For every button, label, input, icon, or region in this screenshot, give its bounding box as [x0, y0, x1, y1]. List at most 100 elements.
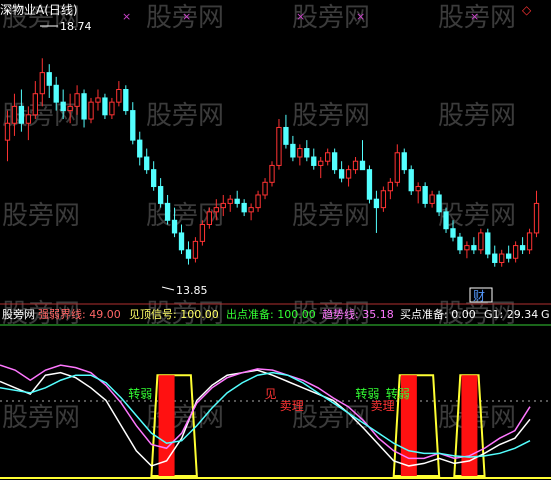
- signal-label: 卖理: [371, 399, 395, 413]
- candle-body[interactable]: [109, 101, 115, 116]
- candle-body[interactable]: [199, 224, 206, 242]
- candle-body[interactable]: [234, 198, 240, 204]
- readout-g: G: [541, 308, 550, 321]
- chart-canvas[interactable]: 股旁网 股旁网 股旁网 股旁网 股旁网 股旁网 股旁网 股旁网 股旁网 股旁网 …: [0, 0, 551, 480]
- candle-body[interactable]: [74, 93, 80, 107]
- candle-body[interactable]: [415, 186, 421, 192]
- candle-body[interactable]: [429, 194, 435, 204]
- readout-trend-line: 趋势线: 35.18: [322, 307, 394, 321]
- candle-body[interactable]: [297, 148, 303, 158]
- readout-exit-prep: 出点准备: 100.00: [226, 307, 316, 321]
- candle-body[interactable]: [401, 152, 407, 171]
- watermark-text: 股旁网: [146, 101, 224, 131]
- candle-body[interactable]: [464, 245, 470, 251]
- candle-body[interactable]: [32, 93, 38, 116]
- candle-body[interactable]: [206, 211, 213, 225]
- candle-body[interactable]: [248, 207, 254, 213]
- candle-body[interactable]: [269, 164, 275, 183]
- candle-body[interactable]: [95, 97, 101, 103]
- candle-body[interactable]: [304, 148, 310, 158]
- candle-body[interactable]: [478, 232, 484, 251]
- candle-body[interactable]: [325, 152, 331, 162]
- candle-body[interactable]: [60, 101, 66, 112]
- candle-body[interactable]: [67, 105, 73, 112]
- watermark-text: 股旁网: [292, 201, 370, 231]
- candle-body[interactable]: [290, 143, 296, 158]
- indicator-readout: 股旁网 强弱界线: 49.00 见顶信号: 100.00 出点准备: 100.0…: [2, 307, 550, 321]
- candle-body[interactable]: [241, 202, 247, 213]
- candle-body[interactable]: [533, 202, 540, 234]
- candle-body[interactable]: [457, 236, 463, 251]
- candle-body[interactable]: [380, 190, 387, 209]
- candle-body[interactable]: [373, 198, 380, 209]
- candle-body[interactable]: [443, 211, 449, 230]
- candle-body[interactable]: [151, 169, 157, 188]
- price-candles: [4, 58, 540, 267]
- candle-body[interactable]: [283, 126, 289, 145]
- candle-body[interactable]: [436, 194, 442, 213]
- candle-body[interactable]: [499, 253, 505, 263]
- candle-body[interactable]: [81, 93, 87, 120]
- candle-body[interactable]: [130, 110, 136, 141]
- candle-body[interactable]: [123, 89, 129, 112]
- candle-body[interactable]: [220, 202, 226, 209]
- watermark-text: 股旁网: [438, 101, 516, 131]
- candle-body[interactable]: [39, 72, 45, 95]
- candle-body[interactable]: [311, 156, 317, 166]
- candle-body[interactable]: [157, 186, 164, 204]
- candle-body[interactable]: [450, 228, 456, 238]
- candle-body[interactable]: [394, 152, 400, 183]
- candle-body[interactable]: [318, 160, 324, 166]
- candle-body[interactable]: [192, 240, 199, 259]
- candle-body[interactable]: [276, 126, 282, 166]
- candle-body[interactable]: [255, 194, 261, 209]
- candle-body[interactable]: [422, 186, 428, 204]
- candle-body[interactable]: [492, 253, 498, 263]
- watermark-prefix: 股旁网: [2, 307, 35, 321]
- candle-body[interactable]: [338, 169, 345, 179]
- watermark-text: 股旁网: [292, 101, 370, 131]
- candle-body[interactable]: [352, 160, 359, 171]
- candle-body[interactable]: [178, 232, 185, 251]
- candle-body[interactable]: [262, 181, 268, 196]
- watermark-text: 股旁网: [2, 403, 80, 433]
- candle-body[interactable]: [25, 114, 32, 124]
- candle-body[interactable]: [519, 245, 526, 251]
- candle-body[interactable]: [53, 84, 59, 103]
- candle-body[interactable]: [387, 181, 393, 192]
- candle-body[interactable]: [88, 101, 94, 120]
- x-marker: ×: [356, 10, 365, 23]
- candle-body[interactable]: [46, 72, 52, 86]
- candle-body[interactable]: [506, 253, 512, 259]
- candle-body[interactable]: [213, 207, 219, 213]
- low-pointer: [161, 286, 175, 291]
- candle-body[interactable]: [4, 122, 11, 141]
- candle-body[interactable]: [227, 198, 233, 204]
- candle-body[interactable]: [485, 232, 491, 255]
- x-marker: ×: [470, 10, 479, 23]
- candle-body[interactable]: [102, 97, 108, 116]
- candle-body[interactable]: [137, 139, 143, 158]
- signal-label: 转弱: [128, 386, 152, 401]
- candle-body[interactable]: [144, 156, 150, 171]
- candle-body[interactable]: [359, 160, 366, 171]
- high-label: 18.74: [60, 20, 92, 33]
- candle-body[interactable]: [331, 152, 338, 171]
- candle-body[interactable]: [164, 202, 171, 221]
- x-marker: ×: [182, 10, 191, 23]
- candle-body[interactable]: [526, 232, 533, 251]
- candle-body[interactable]: [185, 249, 192, 259]
- candle-body[interactable]: [512, 245, 519, 259]
- candle-body[interactable]: [366, 169, 373, 200]
- candle-body[interactable]: [345, 169, 352, 179]
- candle-body[interactable]: [116, 89, 122, 103]
- candle-body[interactable]: [171, 219, 178, 234]
- signal-label: 转弱: [386, 386, 410, 401]
- readout-g1: G1: 29.34: [484, 308, 538, 321]
- candle-body[interactable]: [11, 105, 18, 124]
- candle-body[interactable]: [18, 105, 25, 124]
- candle-body[interactable]: [408, 169, 414, 192]
- candle-body[interactable]: [471, 245, 477, 251]
- chart-title: 深物业A(日线): [0, 3, 78, 17]
- diamond-icon[interactable]: ◇: [522, 3, 532, 17]
